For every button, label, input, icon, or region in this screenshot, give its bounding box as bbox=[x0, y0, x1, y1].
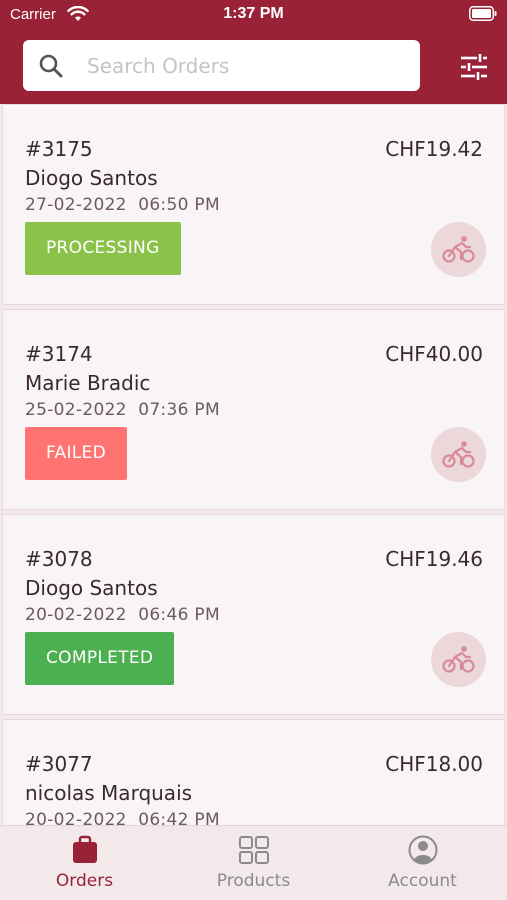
search-icon bbox=[39, 54, 63, 78]
order-customer: Diogo Santos bbox=[25, 576, 158, 600]
order-card[interactable]: #3077 CHF18.00 nicolas Marquais 20-02-20… bbox=[2, 719, 505, 825]
order-card[interactable]: #3174 CHF40.00 Marie Bradic 25-02-2022 0… bbox=[2, 309, 505, 510]
bicycle-icon bbox=[442, 646, 475, 673]
order-number: #3078 bbox=[25, 547, 93, 571]
tab-account[interactable]: Account bbox=[338, 826, 507, 900]
tab-orders-label: Orders bbox=[55, 871, 114, 891]
user-circle-icon bbox=[408, 835, 438, 865]
order-card[interactable]: #3078 CHF19.46 Diogo Santos 20-02-2022 0… bbox=[2, 514, 505, 715]
bicycle-icon bbox=[442, 236, 475, 263]
order-total: CHF18.00 bbox=[385, 752, 483, 776]
order-card[interactable]: #3175 CHF19.42 Diogo Santos 27-02-2022 0… bbox=[2, 104, 505, 305]
filter-sliders-icon[interactable] bbox=[459, 52, 489, 82]
order-customer: nicolas Marquais bbox=[25, 781, 193, 805]
grid-icon bbox=[239, 836, 269, 864]
order-date: 27-02-2022 06:50 PM bbox=[25, 195, 220, 215]
order-date: 20-02-2022 06:42 PM bbox=[25, 810, 220, 825]
order-date: 20-02-2022 06:46 PM bbox=[25, 605, 220, 625]
header-bar: Carrier 1:37 PM bbox=[0, 0, 507, 104]
status-badge: FAILED bbox=[25, 427, 127, 480]
bag-icon bbox=[73, 835, 97, 863]
tab-orders[interactable]: Orders bbox=[0, 826, 169, 900]
search-bar[interactable] bbox=[23, 40, 420, 91]
order-total: CHF19.46 bbox=[385, 547, 483, 571]
delivery-button[interactable] bbox=[431, 427, 486, 482]
order-number: #3174 bbox=[25, 342, 93, 366]
status-time: 1:37 PM bbox=[223, 5, 284, 22]
battery-icon bbox=[469, 6, 497, 21]
order-total: CHF40.00 bbox=[385, 342, 483, 366]
orders-list[interactable]: #3175 CHF19.42 Diogo Santos 27-02-2022 0… bbox=[0, 104, 507, 825]
order-customer: Marie Bradic bbox=[25, 371, 151, 395]
status-badge: COMPLETED bbox=[25, 632, 175, 685]
order-number: #3175 bbox=[25, 137, 93, 161]
delivery-button[interactable] bbox=[431, 632, 486, 687]
bicycle-icon bbox=[442, 441, 475, 468]
tab-account-label: Account bbox=[388, 871, 457, 891]
tab-products-label: Products bbox=[216, 871, 291, 891]
order-total: CHF19.42 bbox=[385, 137, 483, 161]
status-bar: Carrier 1:37 PM bbox=[0, 0, 507, 30]
status-badge: PROCESSING bbox=[25, 222, 181, 275]
search-input[interactable] bbox=[83, 40, 413, 91]
delivery-button[interactable] bbox=[431, 222, 486, 277]
order-number: #3077 bbox=[25, 752, 93, 776]
order-date: 25-02-2022 07:36 PM bbox=[25, 400, 220, 420]
tab-bar: Orders Products Account bbox=[0, 825, 507, 900]
tab-products[interactable]: Products bbox=[169, 826, 338, 900]
order-customer: Diogo Santos bbox=[25, 166, 158, 190]
